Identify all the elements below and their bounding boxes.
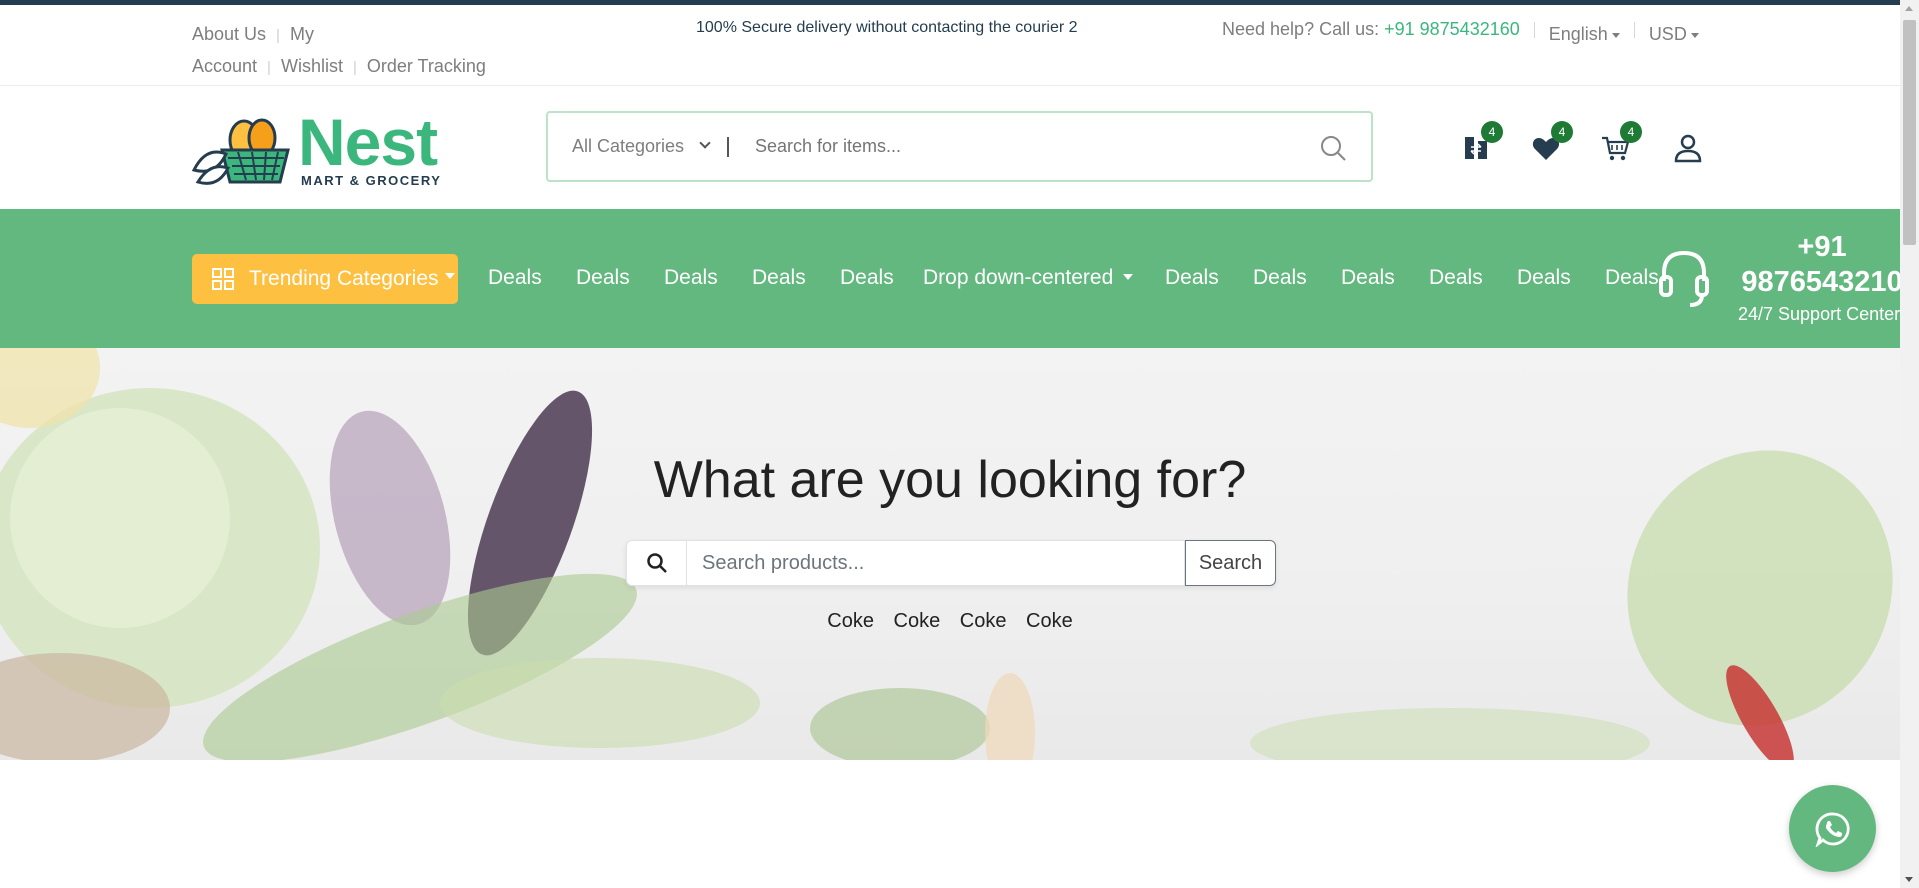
compare-button[interactable]: 4 xyxy=(1461,121,1503,163)
header-top-bar: About Us | My Account | Wishlist | Order Track… xyxy=(0,5,1900,86)
currency-dropdown[interactable]: USD xyxy=(1649,24,1699,45)
nav-deals-link[interactable]: Deals xyxy=(664,266,718,290)
separator: | xyxy=(267,59,271,76)
logo-tagline: MART & GROCERY xyxy=(301,173,442,188)
nav-dropdown-centered[interactable]: Drop down-centered xyxy=(923,266,1134,290)
search-icon xyxy=(646,553,667,573)
whatsapp-button[interactable] xyxy=(1789,785,1876,872)
about-us-link[interactable]: About Us xyxy=(192,24,266,44)
divider xyxy=(727,136,729,157)
site-logo[interactable]: Nest MART & GROCERY xyxy=(192,105,452,190)
support-phone[interactable]: +91 9876543210 xyxy=(1732,230,1912,300)
help-phone-link[interactable]: +91 9875432160 xyxy=(1384,19,1520,40)
compare-count-badge: 4 xyxy=(1481,121,1503,143)
caret-down-icon xyxy=(1123,274,1134,280)
tag-link[interactable]: Coke xyxy=(960,610,1007,632)
caret-down-icon xyxy=(444,273,455,279)
nav-deals-link[interactable]: Deals xyxy=(1341,266,1395,290)
nav-deals-link[interactable]: Deals xyxy=(576,266,630,290)
trending-categories-button[interactable]: Trending Categories xyxy=(192,254,458,304)
page-scrollbar[interactable] xyxy=(1900,0,1919,888)
category-select[interactable]: All Categories xyxy=(548,136,723,157)
main-nav-bar: Trending Categories Deals Deals Deals De… xyxy=(0,209,1903,348)
popular-tags: Coke Coke Coke Coke xyxy=(0,610,1900,633)
hero-search-icon-box xyxy=(626,540,686,586)
wishlist-link[interactable]: Wishlist xyxy=(281,56,343,76)
wishlist-button[interactable]: 4 xyxy=(1531,121,1573,163)
scroll-down-arrow[interactable] xyxy=(1905,877,1913,882)
top-right-info: Need help? Call us: +91 9875432160 Engli… xyxy=(1222,19,1699,44)
trending-categories-label: Trending Categories xyxy=(249,267,439,290)
nav-deals-link[interactable]: Deals xyxy=(840,266,894,290)
hero-banner: What are you looking for? Search product… xyxy=(0,348,1900,760)
language-dropdown[interactable]: English xyxy=(1549,24,1620,45)
separator xyxy=(1633,21,1635,38)
scroll-up-arrow[interactable] xyxy=(1905,6,1913,11)
top-links: About Us | My Account | Wishlist | Order Track… xyxy=(192,19,522,83)
nav-deals-link[interactable]: Deals xyxy=(752,266,806,290)
nav-deals-link[interactable]: Deals xyxy=(1517,266,1571,290)
tag-link[interactable]: Coke xyxy=(827,610,874,632)
logo-basket-icon xyxy=(192,118,290,185)
header-search-form: All Categories xyxy=(546,111,1373,182)
search-input[interactable] xyxy=(755,136,1275,157)
whatsapp-icon xyxy=(1815,812,1850,847)
tag-link[interactable]: Coke xyxy=(894,610,941,632)
tag-link[interactable]: Coke xyxy=(1026,610,1073,632)
nav-deals-link[interactable]: Deals xyxy=(488,266,542,290)
support-label: 24/7 Support Center xyxy=(1738,304,1901,324)
search-icon[interactable] xyxy=(1319,134,1347,162)
hero-search-input[interactable]: Search products... xyxy=(686,540,1185,586)
scroll-thumb[interactable] xyxy=(1903,20,1916,245)
logo-brand-name: Nest xyxy=(298,105,438,179)
grid-icon xyxy=(212,268,234,290)
hero-search-form: Search products... Search xyxy=(626,540,1276,586)
separator xyxy=(1533,21,1535,38)
nav-dropdown-label: Drop down-centered xyxy=(923,266,1114,289)
support-phone-line1: +91 xyxy=(1797,231,1847,263)
nav-deals-link[interactable]: Deals xyxy=(1253,266,1307,290)
cart-button[interactable]: 4 xyxy=(1600,121,1642,163)
nav-deals-link[interactable]: Deals xyxy=(1165,266,1219,290)
chevron-down-icon xyxy=(699,137,711,149)
support-phone-line2: 9876543210 xyxy=(1741,266,1903,298)
cart-count-badge: 4 xyxy=(1620,121,1642,143)
hero-title: What are you looking for? xyxy=(653,451,1247,509)
nav-deals-link[interactable]: Deals xyxy=(1429,266,1483,290)
separator: | xyxy=(276,27,280,44)
wishlist-count-badge: 4 xyxy=(1551,121,1573,143)
category-select-value: All Categories xyxy=(572,136,685,156)
help-text: Need help? Call us: xyxy=(1222,19,1380,39)
separator: | xyxy=(352,59,357,76)
account-button[interactable] xyxy=(1673,133,1703,163)
hero-search-button[interactable]: Search xyxy=(1185,540,1276,586)
headset-icon xyxy=(1659,250,1709,307)
nav-deals-link[interactable]: Deals xyxy=(1605,266,1659,290)
order-tracking-link[interactable]: Order Tracking xyxy=(367,56,486,76)
user-icon xyxy=(1674,134,1702,163)
promo-text: 100% Secure delivery without contacting … xyxy=(696,19,1078,36)
